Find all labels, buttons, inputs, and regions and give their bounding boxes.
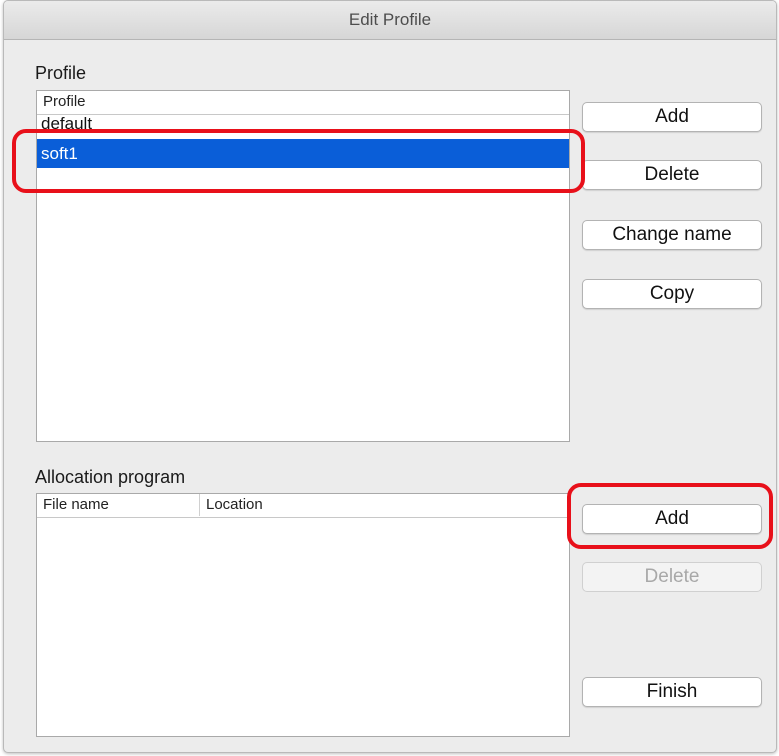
location-column-header[interactable]: Location — [199, 494, 263, 516]
profile-add-button[interactable]: Add — [582, 102, 762, 132]
profile-list-item-soft1[interactable]: soft1 — [37, 139, 569, 168]
change-name-button[interactable]: Change name — [582, 220, 762, 250]
allocation-program-list[interactable]: File name Location — [36, 493, 570, 737]
profile-list-header: Profile — [37, 91, 569, 115]
profile-column-header[interactable]: Profile — [37, 91, 86, 113]
profile-list-item-default[interactable]: default — [37, 115, 569, 139]
allocation-add-button[interactable]: Add — [582, 504, 762, 534]
edit-profile-dialog: Edit Profile Profile Profile default sof… — [3, 0, 777, 753]
profile-delete-button[interactable]: Delete — [582, 160, 762, 190]
copy-button[interactable]: Copy — [582, 279, 762, 309]
allocation-section-label: Allocation program — [35, 467, 186, 487]
file-name-column-header[interactable]: File name — [37, 494, 199, 516]
allocation-list-header: File name Location — [37, 494, 569, 518]
profile-section-label: Profile — [35, 63, 87, 83]
finish-button[interactable]: Finish — [582, 677, 762, 707]
window-title: Edit Profile — [4, 1, 776, 40]
profile-list[interactable]: Profile default soft1 — [36, 90, 570, 442]
allocation-delete-button: Delete — [582, 562, 762, 592]
